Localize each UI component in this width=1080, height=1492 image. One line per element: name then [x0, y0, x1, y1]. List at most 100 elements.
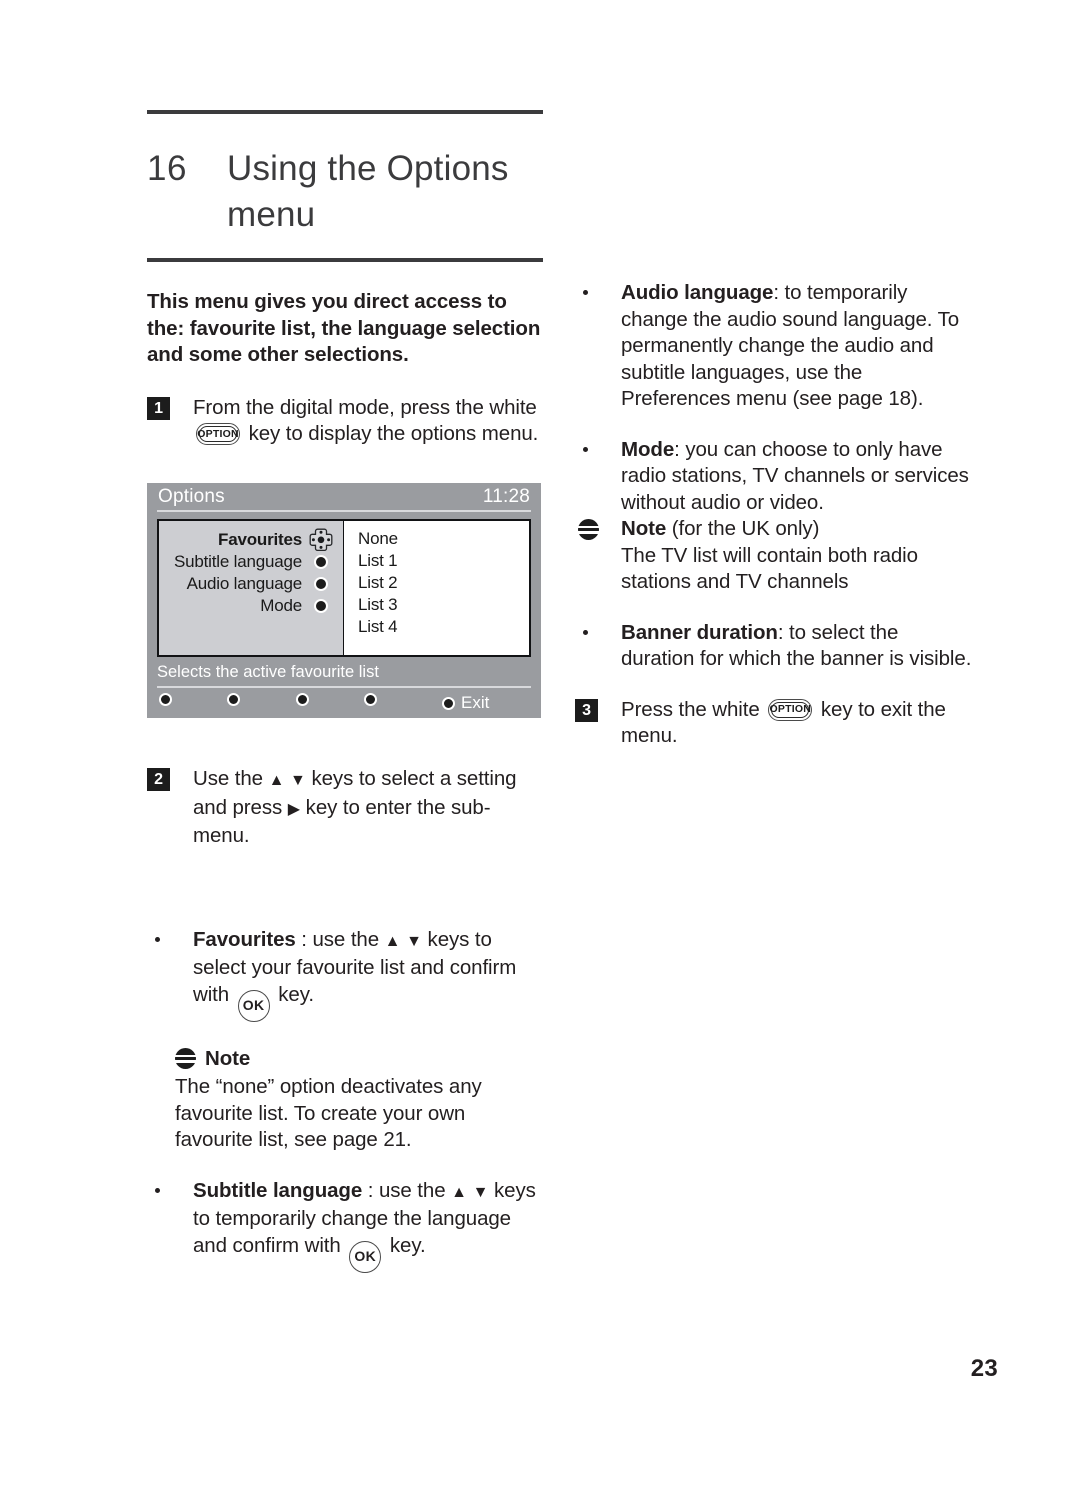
osd-color-key-4[interactable]	[364, 693, 377, 706]
note-uk-heading: Note	[621, 517, 667, 540]
osd-submenu-item-list-3[interactable]: List 3	[358, 594, 529, 616]
osd-color-key-2[interactable]	[227, 693, 240, 706]
bullet-subtitle-term: Subtitle language	[193, 1178, 363, 1202]
osd-footer-keys: Exit	[157, 691, 531, 715]
bullet-favourites-text-a: : use the	[301, 927, 380, 951]
bullet-subtitle-text-e: key.	[389, 1233, 426, 1257]
osd-color-key-1[interactable]	[159, 693, 172, 706]
osd-menu-item-audio-language[interactable]: Audio language	[159, 573, 343, 595]
ok-key-icon: OK	[349, 1240, 382, 1273]
bullet-dot-icon	[583, 629, 588, 635]
dpad-icon-svg	[309, 528, 333, 552]
step-3-badge: 3	[575, 698, 598, 722]
left-column: 16 Using the Options menu This menu give…	[147, 110, 543, 448]
osd-header-divider	[157, 510, 531, 512]
osd-submenu-item-list-4[interactable]: List 4	[358, 616, 529, 638]
osd-submenu-item-list-1[interactable]: List 1	[358, 550, 529, 572]
step-1-text-before: From the digital mode, press the white	[193, 395, 537, 419]
option-key-icon: OPTION	[196, 423, 240, 445]
arrow-down-icon: ▼	[472, 1183, 489, 1201]
osd-menu-item-label: Subtitle language	[174, 552, 302, 571]
osd-exit-label: Exit	[461, 693, 490, 712]
bullet-dot-icon	[308, 577, 334, 591]
bullet-banner-term: Banner duration	[621, 620, 778, 644]
right-column: Audio language: to temporarily change th…	[575, 280, 975, 750]
osd-color-key-3[interactable]	[296, 693, 309, 706]
note-heading-label: Note	[205, 1046, 251, 1070]
bullet-favourites-term: Favourites	[193, 927, 296, 951]
osd-body: Favourites Subtitle language Audio langu…	[157, 519, 531, 657]
chapter-number: 16	[147, 149, 187, 188]
note-uk-only: Note (for the UK only) The TV list will …	[575, 516, 975, 596]
heading-rule-bottom	[147, 258, 543, 262]
bullet-favourites: Favourites : use the ▲ ▼ keys to select …	[147, 927, 543, 1022]
step-3-text-after: key to exit the	[820, 697, 946, 721]
step-3-text-before: Press the white	[621, 697, 760, 721]
bullet-audio-term: Audio language	[621, 281, 774, 304]
left-column-continued: 2 Use the ▲ ▼ keys to select a setting a…	[147, 766, 543, 1273]
note-heading: Note	[175, 1046, 543, 1073]
note-icon	[175, 1048, 196, 1070]
step-2: 2 Use the ▲ ▼ keys to select a setting a…	[147, 766, 543, 850]
osd-clock: 11:28	[482, 486, 530, 507]
arrow-down-icon: ▼	[406, 932, 422, 950]
ok-key-icon: OK	[237, 989, 270, 1022]
step-3: 3 Press the white OPTION key to exit the…	[575, 697, 975, 750]
step-2-badge: 2	[147, 768, 170, 791]
bullet-subtitle-text-b: keys	[494, 1178, 536, 1202]
bullet-audio-language: Audio language: to temporarily change th…	[575, 280, 975, 413]
manual-page: 16 Using the Options menu This menu give…	[0, 0, 1080, 1492]
osd-exit-key[interactable]: Exit	[442, 693, 489, 713]
step-2-text-a: Use the	[193, 767, 263, 790]
osd-menu-item-label: Mode	[260, 596, 302, 615]
osd-submenu-item-list-2[interactable]: List 2	[358, 572, 529, 594]
osd-footer-divider	[157, 686, 531, 688]
bullet-dot-icon	[583, 290, 588, 295]
bullet-dot-icon	[155, 1187, 160, 1193]
osd-menu-item-label: Audio language	[186, 574, 303, 593]
osd-menu-item-subtitle-language[interactable]: Subtitle language	[159, 551, 343, 573]
arrow-up-icon: ▲	[268, 772, 285, 789]
bullet-dot-icon	[155, 936, 160, 942]
bullet-mode-text: : you can choose to only have radio stat…	[621, 437, 969, 514]
osd-menu-list: Favourites Subtitle language Audio langu…	[159, 521, 344, 655]
step-2-text-c: and press	[193, 795, 283, 819]
note-uk-heading-suffix: (for the UK only)	[671, 517, 820, 540]
bullet-mode-term: Mode	[621, 437, 675, 461]
dpad-icon	[308, 528, 334, 552]
osd-menu-item-mode[interactable]: Mode	[159, 595, 343, 617]
bullet-dot-icon	[308, 599, 334, 613]
bullet-banner-duration: Banner duration: to select the duration …	[575, 620, 975, 673]
osd-submenu-list: None List 1 List 2 List 3 List 4	[344, 521, 529, 655]
osd-submenu-item-none[interactable]: None	[358, 528, 529, 550]
note-favourites: Note The “none” option deactivates any f…	[147, 1046, 543, 1154]
bullet-dot-icon	[308, 555, 334, 569]
arrow-up-icon: ▲	[384, 932, 401, 950]
step-3-text-line2: menu.	[621, 724, 678, 747]
bullet-subtitle-text-d: confirm with	[232, 1233, 341, 1257]
bullet-subtitle-text-a: : use the	[367, 1178, 446, 1202]
note-body: The “none” option deactivates any favour…	[175, 1075, 482, 1151]
osd-header: Options 11:28	[147, 483, 541, 513]
osd-menu-item-favourites[interactable]: Favourites	[159, 528, 343, 552]
option-key-label: OPTION	[197, 427, 239, 440]
bullet-favourites-text-d: key.	[278, 982, 314, 1006]
page-number: 23	[970, 1355, 998, 1382]
page-title: Using the Options menu	[227, 149, 509, 234]
option-key-icon: OPTION	[768, 698, 813, 721]
note-icon	[578, 519, 599, 540]
step-1: 1 From the digital mode, press the white…	[147, 395, 543, 448]
osd-menu-item-label: Favourites	[218, 530, 302, 549]
arrow-down-icon: ▼	[290, 772, 306, 789]
bullet-dot-icon	[583, 446, 588, 452]
intro-text: This menu gives you direct access to the…	[147, 290, 541, 366]
osd-help-text: Selects the active favourite list	[157, 663, 379, 681]
tv-options-menu-screenshot: Options 11:28 Favourites Subtitle langua…	[147, 483, 541, 718]
intro-paragraph: This menu gives you direct access to the…	[147, 289, 543, 369]
step-2-text-b: keys to select a setting	[311, 767, 517, 790]
step-1-badge: 1	[147, 396, 170, 420]
arrow-up-icon: ▲	[451, 1183, 467, 1201]
osd-title: Options	[158, 486, 225, 507]
arrow-right-icon: ▶	[287, 800, 301, 818]
chapter-heading: 16 Using the Options menu	[147, 114, 543, 244]
